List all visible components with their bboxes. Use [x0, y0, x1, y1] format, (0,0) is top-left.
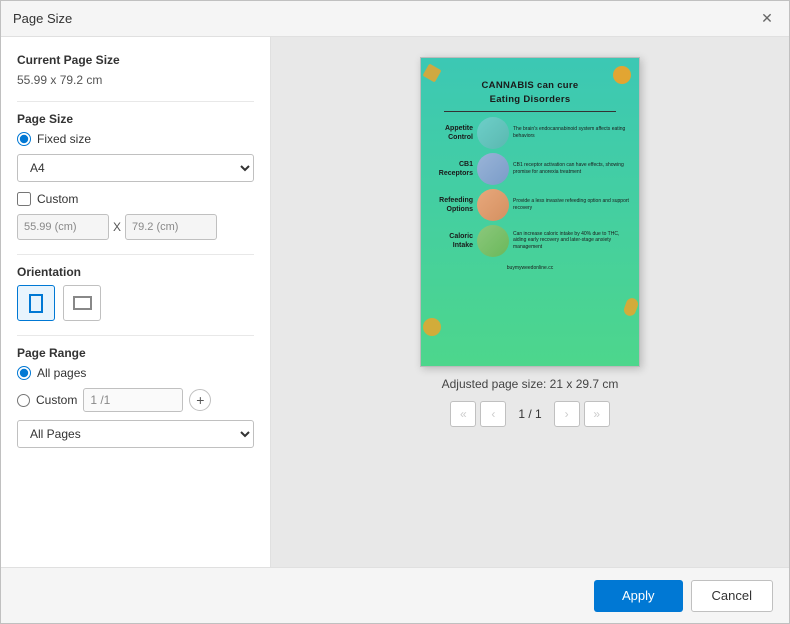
all-pages-radio[interactable]: [17, 366, 31, 380]
height-input[interactable]: [125, 214, 217, 240]
row-caloric: CaloricIntake Can increase caloric intak…: [429, 225, 631, 257]
poster-footer: buymyweedonline.cc: [507, 265, 553, 271]
row-cb1-text: CB1 receptor activation can have effects…: [513, 162, 631, 175]
row-cb1-label: CB1Receptors: [429, 160, 473, 178]
page-indicator: 1 / 1: [510, 407, 549, 421]
current-size-label: Current Page Size: [17, 53, 254, 67]
row-refeeding-label: RefeedingOptions: [429, 196, 473, 214]
deco-petal: [622, 296, 639, 317]
dialog-footer: Apply Cancel: [1, 567, 789, 623]
row-caloric-text: Can increase caloric intake by 40% due t…: [513, 231, 631, 251]
last-page-button[interactable]: »: [584, 401, 610, 427]
deco-circle-bl: [423, 318, 441, 336]
page-range-section: Page Range All pages Custom + All Pages …: [17, 346, 254, 458]
orientation-label: Orientation: [17, 265, 254, 279]
orientation-section: Orientation: [17, 265, 254, 321]
all-pages-label[interactable]: All pages: [37, 366, 86, 380]
all-pages-row: All pages: [17, 366, 254, 380]
row-refeeding: RefeedingOptions Provide a less invasive…: [429, 189, 631, 221]
fixed-size-row: Fixed size: [17, 132, 254, 146]
row-appetite-label: AppetiteControl: [429, 124, 473, 142]
close-button[interactable]: ✕: [757, 9, 777, 29]
dim-separator: X: [113, 220, 121, 234]
custom-checkbox-row: Custom: [17, 192, 254, 206]
row-refeeding-text: Provide a less invasive refeeding option…: [513, 198, 631, 211]
apply-button[interactable]: Apply: [594, 580, 683, 612]
current-size-value: 55.99 x 79.2 cm: [17, 73, 254, 87]
row-caloric-circle: [477, 225, 509, 257]
row-appetite-circle: [477, 117, 509, 149]
adjusted-size-label: Adjusted page size: 21 x 29.7 cm: [442, 377, 619, 391]
row-appetite: AppetiteControl The brain's endocannabin…: [429, 117, 631, 149]
title-divider: [444, 111, 616, 112]
row-cb1-circle: [477, 153, 509, 185]
row-refeeding-circle: [477, 189, 509, 221]
page-size-dialog: Page Size ✕ Current Page Size 55.99 x 79…: [0, 0, 790, 624]
fixed-size-label[interactable]: Fixed size: [37, 132, 91, 146]
dimension-inputs: X: [17, 214, 254, 240]
first-page-button[interactable]: «: [450, 401, 476, 427]
poster-title-line1: CANNABIS can cure: [482, 80, 579, 92]
next-page-button[interactable]: ›: [554, 401, 580, 427]
row-appetite-text: The brain's endocannabinoid system affec…: [513, 126, 631, 139]
left-panel: Current Page Size 55.99 x 79.2 cm Page S…: [1, 37, 271, 567]
page-range-label: Page Range: [17, 346, 254, 360]
page-preview: CANNABIS can cure Eating Disorders Appet…: [420, 57, 640, 367]
pagination-bar: « ‹ 1 / 1 › »: [450, 401, 609, 427]
landscape-icon: [73, 296, 92, 310]
poster-title-line2: Eating Disorders: [490, 94, 571, 106]
row-cb1: CB1Receptors CB1 receptor activation can…: [429, 153, 631, 185]
divider-2: [17, 254, 254, 255]
landscape-button[interactable]: [63, 285, 101, 321]
prev-page-button[interactable]: ‹: [480, 401, 506, 427]
custom-range-radio[interactable]: [17, 394, 30, 407]
page-size-label: Page Size: [17, 112, 254, 126]
custom-label[interactable]: Custom: [37, 192, 78, 206]
row-caloric-label: CaloricIntake: [429, 232, 473, 250]
cancel-button[interactable]: Cancel: [691, 580, 773, 612]
add-page-range-button[interactable]: +: [189, 389, 211, 411]
divider-3: [17, 335, 254, 336]
width-input[interactable]: [17, 214, 109, 240]
deco-circle-tr: [613, 66, 631, 84]
right-panel: CANNABIS can cure Eating Disorders Appet…: [271, 37, 789, 567]
paper-size-dropdown[interactable]: A4 A3 A5 Letter Legal: [17, 154, 254, 182]
portrait-button[interactable]: [17, 285, 55, 321]
dialog-body: Current Page Size 55.99 x 79.2 cm Page S…: [1, 37, 789, 567]
fixed-size-radio[interactable]: [17, 132, 31, 146]
custom-range-row: Custom +: [17, 388, 254, 412]
custom-range-label[interactable]: Custom: [36, 393, 77, 407]
dialog-title: Page Size: [13, 11, 72, 26]
page-range-input[interactable]: [83, 388, 183, 412]
portrait-icon: [29, 294, 43, 313]
title-bar: Page Size ✕: [1, 1, 789, 37]
pages-filter-dropdown[interactable]: All Pages Current Page Custom Range: [17, 420, 254, 448]
orientation-buttons: [17, 285, 254, 321]
divider-1: [17, 101, 254, 102]
deco-star: [422, 63, 441, 82]
custom-size-checkbox[interactable]: [17, 192, 31, 206]
